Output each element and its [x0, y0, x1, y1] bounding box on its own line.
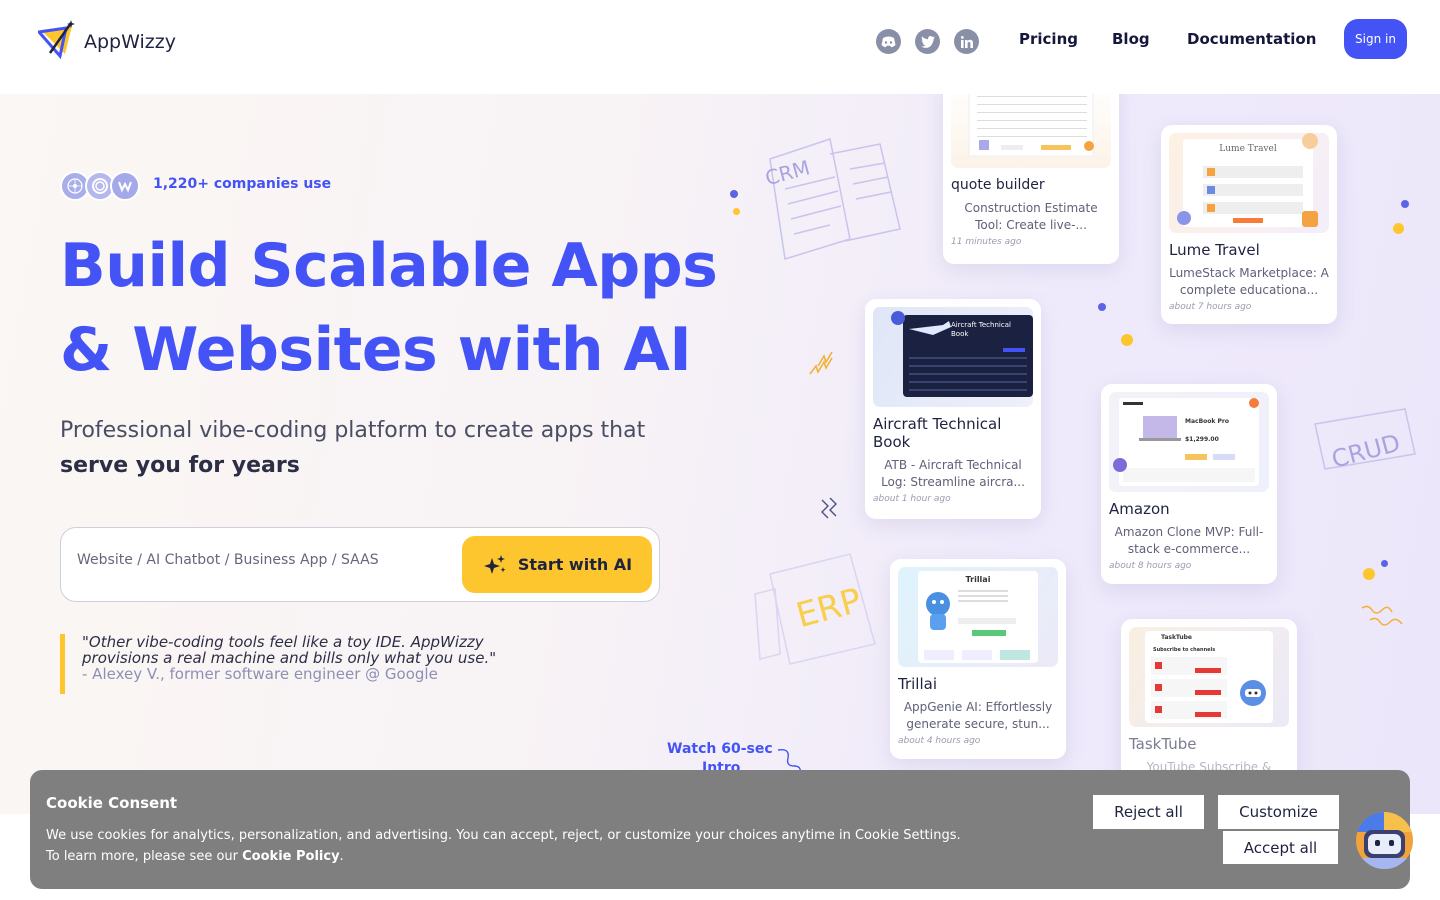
project-card[interactable]: Lume Travel Lume Travel LumeStack Market… [1161, 125, 1337, 324]
hero-title-line2: & Websites with AI [60, 315, 692, 385]
card-title: Trillai [898, 675, 937, 693]
decor-dot [1381, 560, 1388, 567]
card-description: ATB - Aircraft Technical Log: Streamline… [881, 458, 1025, 489]
erp-doodle: ERP [754, 553, 876, 665]
project-thumbnail: Trillai [898, 567, 1058, 667]
testimonial-author: - Alexey V., former software engineer @ … [82, 665, 438, 683]
hero-title: Build Scalable Apps & Websites with AI [60, 224, 740, 392]
thumb-title: MacBook Pro [1185, 418, 1229, 425]
nav-documentation[interactable]: Documentation [1187, 30, 1316, 48]
nav-blog[interactable]: Blog [1112, 30, 1150, 48]
card-description: Amazon Clone MVP: Full-stack e-commerce.… [1114, 525, 1264, 556]
discord-icon[interactable] [876, 29, 901, 54]
project-thumbnail: Lume Travel [1169, 133, 1329, 233]
testimonial-line1: "Other vibe-coding tools feel like a toy… [82, 633, 484, 651]
crm-doodle: CRM [763, 138, 901, 260]
erp-label: ERP [792, 581, 866, 637]
cookie-description: We use cookies for analytics, personaliz… [46, 828, 961, 864]
project-thumbnail: TaskTube Subscribe to channels [1129, 627, 1289, 727]
project-card[interactable]: Trillai Trillai AppGenie AI: Effortlessl… [890, 559, 1066, 759]
decor-dot [1363, 568, 1375, 580]
card-timestamp: about 8 hours ago [1109, 561, 1192, 571]
hero-section: CRM CRUD ERP 1,220+ companies use Build … [0, 94, 1440, 814]
card-description: Construction Estimate Tool: Create live-… [964, 201, 1098, 232]
cookie-title: Cookie Consent [46, 794, 178, 812]
companies-count: 1,220+ companies use [153, 176, 332, 192]
linkedin-icon[interactable] [954, 29, 979, 54]
project-card[interactable]: Aircraft Technical Book Aircraft Technic… [865, 299, 1041, 519]
cookie-policy-link[interactable]: Cookie Policy [242, 849, 339, 864]
company-logo-icon [110, 171, 140, 201]
card-title: Lume Travel [1169, 241, 1260, 259]
card-title: TaskTube [1129, 735, 1197, 753]
cookie-period: . [339, 849, 344, 864]
start-with-ai-button[interactable]: Start with AI [462, 536, 652, 593]
project-thumbnail: Aircraft Technical Book [873, 307, 1033, 407]
appwizzy-logo-icon [38, 20, 75, 60]
project-card[interactable]: quote builder Construction Estimate Tool… [943, 94, 1119, 264]
thumb-price: $1,299.00 [1185, 436, 1219, 443]
card-timestamp: about 4 hours ago [898, 736, 981, 746]
cookie-text: We use cookies for analytics, personaliz… [46, 825, 966, 867]
company-avatars [60, 171, 140, 201]
thumb-title: Lume Travel [1219, 144, 1277, 154]
card-timestamp: 11 minutes ago [951, 237, 1022, 247]
logo[interactable]: AppWizzy [38, 20, 176, 60]
decor-dot [733, 208, 740, 215]
hero-subtitle: Professional vibe-coding platform to cre… [60, 413, 700, 483]
card-title: Amazon [1109, 500, 1170, 518]
project-thumbnail [951, 94, 1111, 168]
squiggle-icon [821, 497, 837, 519]
crud-doodle: CRUD [1314, 408, 1416, 474]
hero-subtitle-bold: serve you for years [60, 453, 300, 478]
reject-all-button[interactable]: Reject all [1093, 795, 1204, 829]
decor-dot [1401, 200, 1409, 208]
card-timestamp: about 1 hour ago [873, 494, 951, 504]
thumb-title: Trillai [965, 575, 991, 584]
twitter-icon[interactable] [915, 29, 940, 54]
card-title: Aircraft Technical Book [873, 415, 1002, 451]
card-description: LumeStack Marketplace: A complete educat… [1169, 266, 1329, 297]
chatbot-launcher[interactable] [1356, 812, 1413, 869]
decor-dot [1121, 334, 1133, 346]
thumb-title: Aircraft Technical Book [951, 321, 1011, 338]
card-title: quote builder [951, 177, 1045, 193]
hero-subtitle-text: Professional vibe-coding platform to cre… [60, 418, 646, 443]
decor-dot [730, 190, 738, 198]
cookie-consent-banner: Cookie Consent We use cookies for analyt… [30, 770, 1410, 889]
project-card[interactable]: MacBook Pro $1,299.00 Amazon Amazon Clon… [1101, 384, 1277, 584]
hero-title-line1: Build Scalable Apps [60, 231, 718, 301]
customize-button[interactable]: Customize [1218, 795, 1339, 829]
squiggle-icon [1361, 605, 1403, 626]
decor-dot [1393, 223, 1404, 234]
thumb-subtitle: Subscribe to channels [1153, 647, 1216, 653]
squiggle-icon [809, 351, 833, 375]
accept-all-button[interactable]: Accept all [1223, 831, 1338, 864]
decor-dot [1098, 303, 1106, 311]
watch-intro-line1: Watch 60-sec [667, 741, 773, 757]
thumb-title: TaskTube [1161, 634, 1192, 641]
robot-icon [1356, 812, 1413, 869]
logo-text: AppWizzy [84, 31, 176, 53]
sign-in-button[interactable]: Sign in [1344, 19, 1407, 59]
testimonial: "Other vibe-coding tools feel like a toy… [60, 634, 512, 694]
card-description: AppGenie AI: Effortlessly generate secur… [903, 700, 1053, 731]
prompt-box: Start with AI [60, 527, 660, 602]
testimonial-line2: provisions a real machine and bills only… [82, 649, 497, 667]
sparkles-icon [483, 554, 506, 574]
site-header: AppWizzy Pricing Blog Documentation Sign… [0, 0, 1440, 94]
start-with-ai-label: Start with AI [517, 555, 633, 574]
project-thumbnail: MacBook Pro $1,299.00 [1109, 392, 1269, 492]
prompt-input[interactable] [77, 552, 447, 568]
crud-label: CRUD [1329, 429, 1403, 474]
nav-pricing[interactable]: Pricing [1019, 30, 1078, 48]
card-timestamp: about 7 hours ago [1169, 302, 1252, 312]
